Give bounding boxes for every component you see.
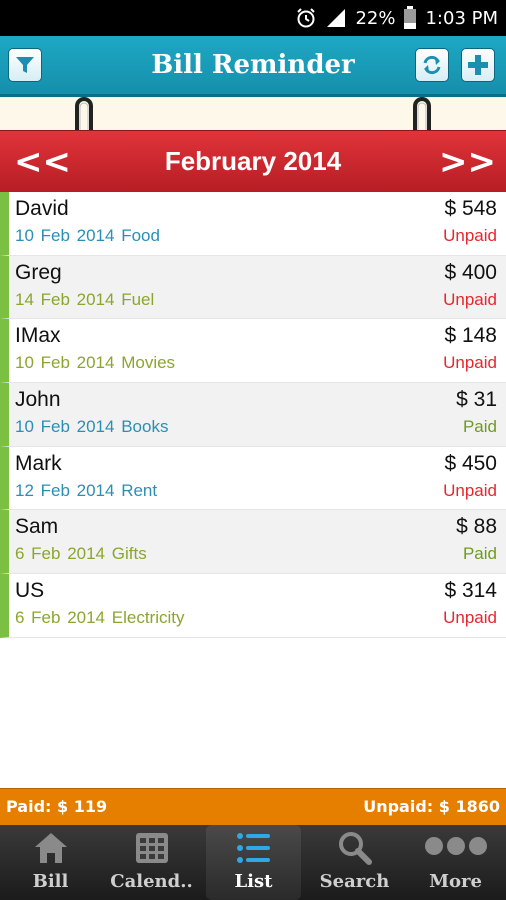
bill-row[interactable]: Greg 14 Feb 2014 Fuel $ 400 Unpaid [0,255,506,320]
month-title: February 2014 [164,146,342,176]
bill-category: Books [121,417,169,437]
bill-amount: $ 450 [444,451,497,475]
tab-calendar[interactable]: Calend.. [101,825,202,900]
bottom-tab-bar: Bill Calend.. List Search More [0,825,506,900]
bill-amount: $ 31 [456,388,497,412]
tab-label: List [234,871,273,892]
search-icon [338,832,372,865]
bill-row[interactable]: Mark 12 Feb 2014 Rent $ 450 Unpaid [0,446,506,511]
bill-amount: $ 314 [444,579,497,603]
bill-status: Unpaid [443,353,497,373]
sync-icon [423,55,441,75]
status-bar: 22% 1:03 PM [0,0,506,36]
bill-row[interactable]: David 10 Feb 2014 Food $ 548 Unpaid [0,192,506,256]
tab-search[interactable]: Search [304,825,405,900]
tab-label: Bill [32,871,69,892]
bill-category: Gifts [111,544,147,564]
totals-bar: Paid: $ 119 Unpaid: $ 1860 [0,788,506,825]
signal-icon [325,8,347,28]
bill-name: US [15,579,45,603]
bill-date: 12 Feb 2014 [15,480,115,500]
sync-button[interactable] [415,48,449,82]
month-navigation: << February 2014 >> [0,130,506,192]
more-icon [424,837,487,855]
bill-date: 6 Feb 2014 [15,608,106,628]
bill-date: 10 Feb 2014 [15,226,115,245]
bill-amount: $ 88 [456,515,497,539]
tab-more[interactable]: More [405,825,506,900]
bill-status: Paid [462,417,497,437]
add-bill-button[interactable] [461,48,495,82]
bill-name: David [15,197,69,220]
bill-name: Sam [15,515,59,539]
list-icon [236,833,270,863]
bill-meta: 10 Feb 2014 Books [15,417,168,437]
bill-category: Fuel [121,289,155,309]
bill-row[interactable]: John 10 Feb 2014 Books $ 31 Paid [0,383,506,447]
bill-date: 6 Feb 2014 [15,544,106,564]
alarm-icon [295,7,317,29]
bill-name: John [15,388,61,412]
next-month-button[interactable]: >> [439,145,496,179]
bill-meta: 6 Feb 2014 Gifts [15,544,147,564]
bill-name: IMax [15,324,61,348]
bill-date: 10 Feb 2014 [15,353,115,373]
bill-category: Rent [121,480,158,500]
unpaid-total: Unpaid: $ 1860 [363,797,500,816]
bill-amount: $ 148 [444,324,497,348]
bill-meta: 14 Feb 2014 Fuel [15,290,154,310]
bill-row[interactable]: US 6 Feb 2014 Electricity $ 314 Unpaid [0,574,506,638]
bill-status: Unpaid [443,226,497,245]
tab-label: Calend.. [110,871,193,892]
bill-category: Electricity [111,608,185,628]
bill-status: Paid [462,544,497,564]
bill-status: Unpaid [443,289,497,309]
bill-amount: $ 400 [444,260,497,284]
plus-icon [468,55,488,75]
battery-percent: 22% [355,7,396,29]
bill-meta: 6 Feb 2014 Electricity [15,608,184,628]
bill-name: Greg [15,260,62,284]
bill-name: Mark [15,451,62,475]
bill-status: Unpaid [443,480,497,500]
bill-meta: 10 Feb 2014 Food [15,226,160,246]
bill-row[interactable]: Sam 6 Feb 2014 Gifts $ 88 Paid [0,510,506,575]
bill-amount: $ 548 [444,197,497,220]
clock-time: 1:03 PM [425,7,498,29]
bill-category: Food [121,226,160,245]
home-icon [34,833,67,863]
bill-status: Unpaid [443,608,497,628]
battery-icon [403,6,417,30]
tab-bill[interactable]: Bill [0,825,101,900]
bill-list: David 10 Feb 2014 Food $ 548 Unpaid Greg 14 F… [0,192,506,638]
bill-row[interactable]: IMax 10 Feb 2014 Movies $ 148 Unpaid [0,319,506,384]
app-bar: Bill Reminder [0,36,506,97]
bill-date: 14 Feb 2014 [15,289,115,309]
tab-list[interactable]: List [206,825,301,900]
bill-category: Movies [121,353,176,373]
bill-date: 10 Feb 2014 [15,417,115,437]
bill-meta: 10 Feb 2014 Movies [15,353,175,373]
calendar-icon [135,833,168,863]
tab-label: More [429,871,482,892]
bill-meta: 12 Feb 2014 Rent [15,481,157,501]
tab-label: Search [319,871,390,892]
paid-total: Paid: $ 119 [6,797,108,816]
